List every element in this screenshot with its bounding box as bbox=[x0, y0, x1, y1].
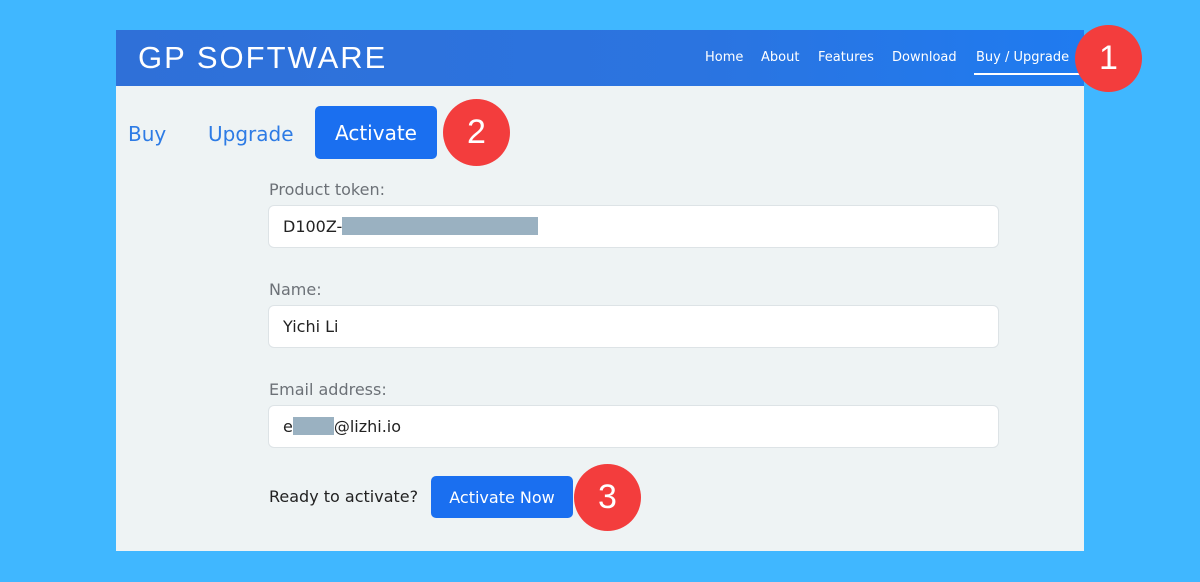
name-value: Yichi Li bbox=[283, 317, 339, 336]
product-token-value: D100Z- bbox=[283, 217, 343, 236]
tab-buy[interactable]: Buy bbox=[128, 122, 166, 146]
nav-about[interactable]: About bbox=[761, 50, 799, 65]
redacted-block bbox=[292, 417, 334, 435]
nav-home[interactable]: Home bbox=[705, 50, 743, 65]
tab-upgrade[interactable]: Upgrade bbox=[208, 122, 294, 146]
activate-now-button[interactable]: Activate Now bbox=[431, 476, 573, 518]
name-label: Name: bbox=[269, 280, 322, 299]
main-nav: Home About Features Download Buy / Upgra… bbox=[116, 50, 1084, 75]
ready-to-activate-text: Ready to activate? bbox=[269, 487, 419, 506]
nav-features[interactable]: Features bbox=[818, 50, 874, 65]
email-prefix: e bbox=[283, 417, 293, 436]
email-input[interactable]: e @lizhi.io bbox=[268, 405, 999, 448]
redacted-block bbox=[342, 217, 539, 235]
callout-badge-2: 2 bbox=[443, 99, 510, 166]
tab-activate[interactable]: Activate bbox=[315, 106, 437, 159]
product-token-input[interactable]: D100Z- bbox=[268, 205, 999, 248]
top-nav-bar: GP SOFTWARE Home About Features Download… bbox=[116, 30, 1084, 86]
nav-buy-upgrade[interactable]: Buy / Upgrade bbox=[973, 50, 1084, 75]
callout-badge-3: 3 bbox=[574, 464, 641, 531]
email-suffix: @lizhi.io bbox=[333, 417, 402, 436]
email-label: Email address: bbox=[269, 380, 387, 399]
product-token-label: Product token: bbox=[269, 180, 385, 199]
callout-badge-1: 1 bbox=[1075, 25, 1142, 92]
name-input[interactable]: Yichi Li bbox=[268, 305, 999, 348]
nav-download[interactable]: Download bbox=[892, 50, 957, 65]
